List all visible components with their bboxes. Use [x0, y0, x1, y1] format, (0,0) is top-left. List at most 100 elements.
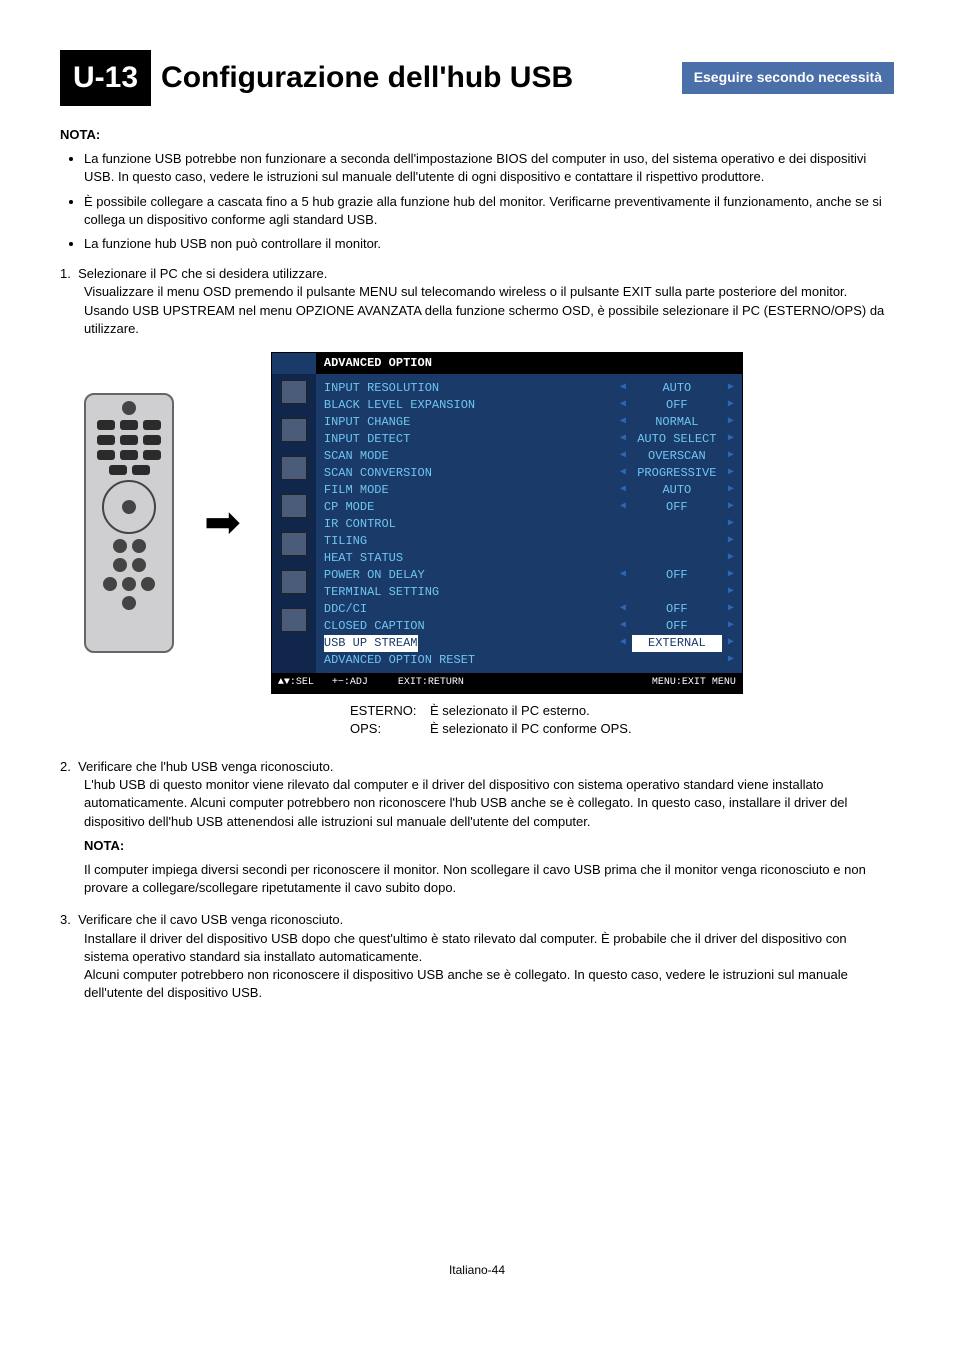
osd-tab-icon	[281, 532, 307, 556]
arrow-left-icon: ◀	[620, 602, 626, 616]
osd-row: POWER ON DELAY ◀ OFF ▶	[324, 567, 734, 584]
osd-row-value: OFF	[632, 567, 722, 584]
osd-row: INPUT RESOLUTION◀AUTO▶	[324, 380, 734, 397]
arrow-right-icon: ▶	[728, 398, 734, 412]
note-item: La funzione hub USB non può controllare …	[84, 235, 894, 253]
arrow-right-icon: ▶	[728, 653, 734, 667]
step-text: Usando USB UPSTREAM nel menu OPZIONE AVA…	[84, 302, 894, 338]
remote-control-figure	[84, 393, 174, 653]
osd-row-label: POWER ON DELAY	[324, 567, 425, 584]
osd-row: CLOSED CAPTION ◀ OFF ▶	[324, 618, 734, 635]
arrow-right-icon: ▶	[728, 500, 734, 514]
osd-row: DDC/CI ◀ OFF ▶	[324, 601, 734, 618]
osd-row: USB UP STREAM◀EXTERNAL▶	[324, 635, 734, 652]
osd-row: CP MODE ◀ OFF ▶	[324, 499, 734, 516]
osd-foot-right: MENU:EXIT MENU	[652, 676, 736, 690]
step-head: Verificare che l'hub USB venga riconosci…	[78, 759, 333, 774]
arrow-left-icon: ◀	[620, 381, 626, 395]
arrow-right-icon: ▶	[728, 483, 734, 497]
kv-key: OPS:	[350, 720, 430, 738]
osd-footer: ▲▼:SEL +−:ADJ EXIT:RETURN MENU:EXIT MENU	[272, 673, 742, 693]
arrow-right-icon: ▶	[728, 534, 734, 548]
arrow-right-icon: ➡	[204, 492, 241, 554]
osd-row-label: HEAT STATUS	[324, 550, 403, 567]
arrow-left-icon: ◀	[620, 568, 626, 582]
step-head: Selezionare il PC che si desidera utiliz…	[78, 266, 327, 281]
osd-row-value: OFF	[632, 601, 722, 618]
arrow-right-icon: ▶	[728, 568, 734, 582]
osd-row: TERMINAL SETTING▶	[324, 584, 734, 601]
step-text: Installare il driver del dispositivo USB…	[84, 930, 894, 966]
kv-key: ESTERNO:	[350, 702, 430, 720]
arrow-right-icon: ▶	[728, 466, 734, 480]
osd-row-value: NORMAL	[632, 414, 722, 431]
osd-row-label: TERMINAL SETTING	[324, 584, 439, 601]
remote-dpad-icon	[102, 480, 156, 534]
osd-row-value: AUTO SELECT	[632, 431, 722, 448]
arrow-left-icon: ◀	[620, 449, 626, 463]
osd-row-label: SCAN MODE	[324, 448, 389, 465]
arrow-right-icon: ▶	[728, 619, 734, 633]
osd-row: SCAN CONVERSION◀PROGRESSIVE▶	[324, 465, 734, 482]
step-text: Alcuni computer potrebbero non riconosce…	[84, 966, 894, 1002]
osd-row-value: AUTO	[632, 380, 722, 397]
nota-label: NOTA:	[84, 837, 894, 855]
step-number: 1.	[60, 266, 71, 281]
step-text: Visualizzare il menu OSD premendo il pul…	[84, 283, 894, 301]
page-header: U-13 Configurazione dell'hub USB Eseguir…	[60, 50, 894, 106]
step-1: 1. Selezionare il PC che si desidera uti…	[60, 265, 894, 338]
arrow-right-icon: ▶	[728, 636, 734, 650]
osd-row-value: EXTERNAL	[632, 635, 722, 652]
osd-row-label: BLACK LEVEL EXPANSION	[324, 397, 475, 414]
arrow-right-icon: ▶	[728, 415, 734, 429]
step-2: 2. Verificare che l'hub USB venga ricono…	[60, 758, 894, 897]
notes-list: La funzione USB potrebbe non funzionare …	[60, 150, 894, 253]
osd-row: BLACK LEVEL EXPANSION◀OFF▶	[324, 397, 734, 414]
arrow-left-icon: ◀	[620, 398, 626, 412]
osd-row: FILM MODE◀AUTO▶	[324, 482, 734, 499]
section-title: Configurazione dell'hub USB	[161, 57, 682, 99]
osd-row-label: INPUT RESOLUTION	[324, 380, 439, 397]
osd-row-value: PROGRESSIVE	[632, 465, 722, 482]
arrow-left-icon: ◀	[620, 466, 626, 480]
arrow-right-icon: ▶	[728, 432, 734, 446]
arrow-left-icon: ◀	[620, 483, 626, 497]
osd-row-label: DDC/CI	[324, 601, 367, 618]
osd-row-value: OFF	[632, 618, 722, 635]
osd-row: ADVANCED OPTION RESET ▶	[324, 652, 734, 669]
osd-row-label: CP MODE	[324, 499, 374, 516]
arrow-right-icon: ▶	[728, 602, 734, 616]
osd-title: ADVANCED OPTION	[316, 353, 742, 374]
osd-row-value: OVERSCAN	[632, 448, 722, 465]
osd-row: TILING ▶	[324, 533, 734, 550]
step-head: Verificare che il cavo USB venga riconos…	[78, 912, 343, 927]
osd-row-label: TILING	[324, 533, 367, 550]
osd-menu-figure: ADVANCED OPTION INPUT RESOLUTION ◀ AUTO ▶ BL…	[271, 352, 743, 694]
osd-rows: INPUT RESOLUTION ◀ AUTO ▶ BLACK LEVEL EXPANS…	[316, 374, 742, 673]
kv-value: È selezionato il PC conforme OPS.	[430, 720, 632, 738]
osd-row-label: CLOSED CAPTION	[324, 618, 425, 635]
osd-row: SCAN MODE ◀ OVERSCAN ▶	[324, 448, 734, 465]
arrow-right-icon: ▶	[728, 551, 734, 565]
arrow-left-icon: ◀	[620, 500, 626, 514]
step-text: L'hub USB di questo monitor viene rileva…	[84, 776, 894, 831]
kv-value: È selezionato il PC esterno.	[430, 702, 590, 720]
osd-row-value: AUTO	[632, 482, 722, 499]
osd-row: INPUT DETECT◀AUTO SELECT▶	[324, 431, 734, 448]
osd-tab-icon	[281, 570, 307, 594]
step-number: 3.	[60, 912, 71, 927]
step-number: 2.	[60, 759, 71, 774]
arrow-right-icon: ▶	[728, 449, 734, 463]
figure-row: ➡ ADVANCED OPTION INPUT RESOLUTION ◀ AUTO ▶…	[84, 352, 894, 694]
note-item: È possibile collegare a cascata fino a 5…	[84, 193, 894, 229]
step-body: Visualizzare il menu OSD premendo il pul…	[84, 283, 894, 338]
osd-tab-icon	[281, 494, 307, 518]
osd-row-label: USB UP STREAM	[324, 635, 418, 652]
osd-row-value: OFF	[632, 499, 722, 516]
osd-icon-column	[272, 374, 316, 673]
arrow-left-icon: ◀	[620, 619, 626, 633]
osd-row-label: ADVANCED OPTION RESET	[324, 652, 475, 669]
section-number: U-13	[60, 50, 151, 106]
note-item: La funzione USB potrebbe non funzionare …	[84, 150, 894, 186]
osd-tab-icon	[281, 608, 307, 632]
